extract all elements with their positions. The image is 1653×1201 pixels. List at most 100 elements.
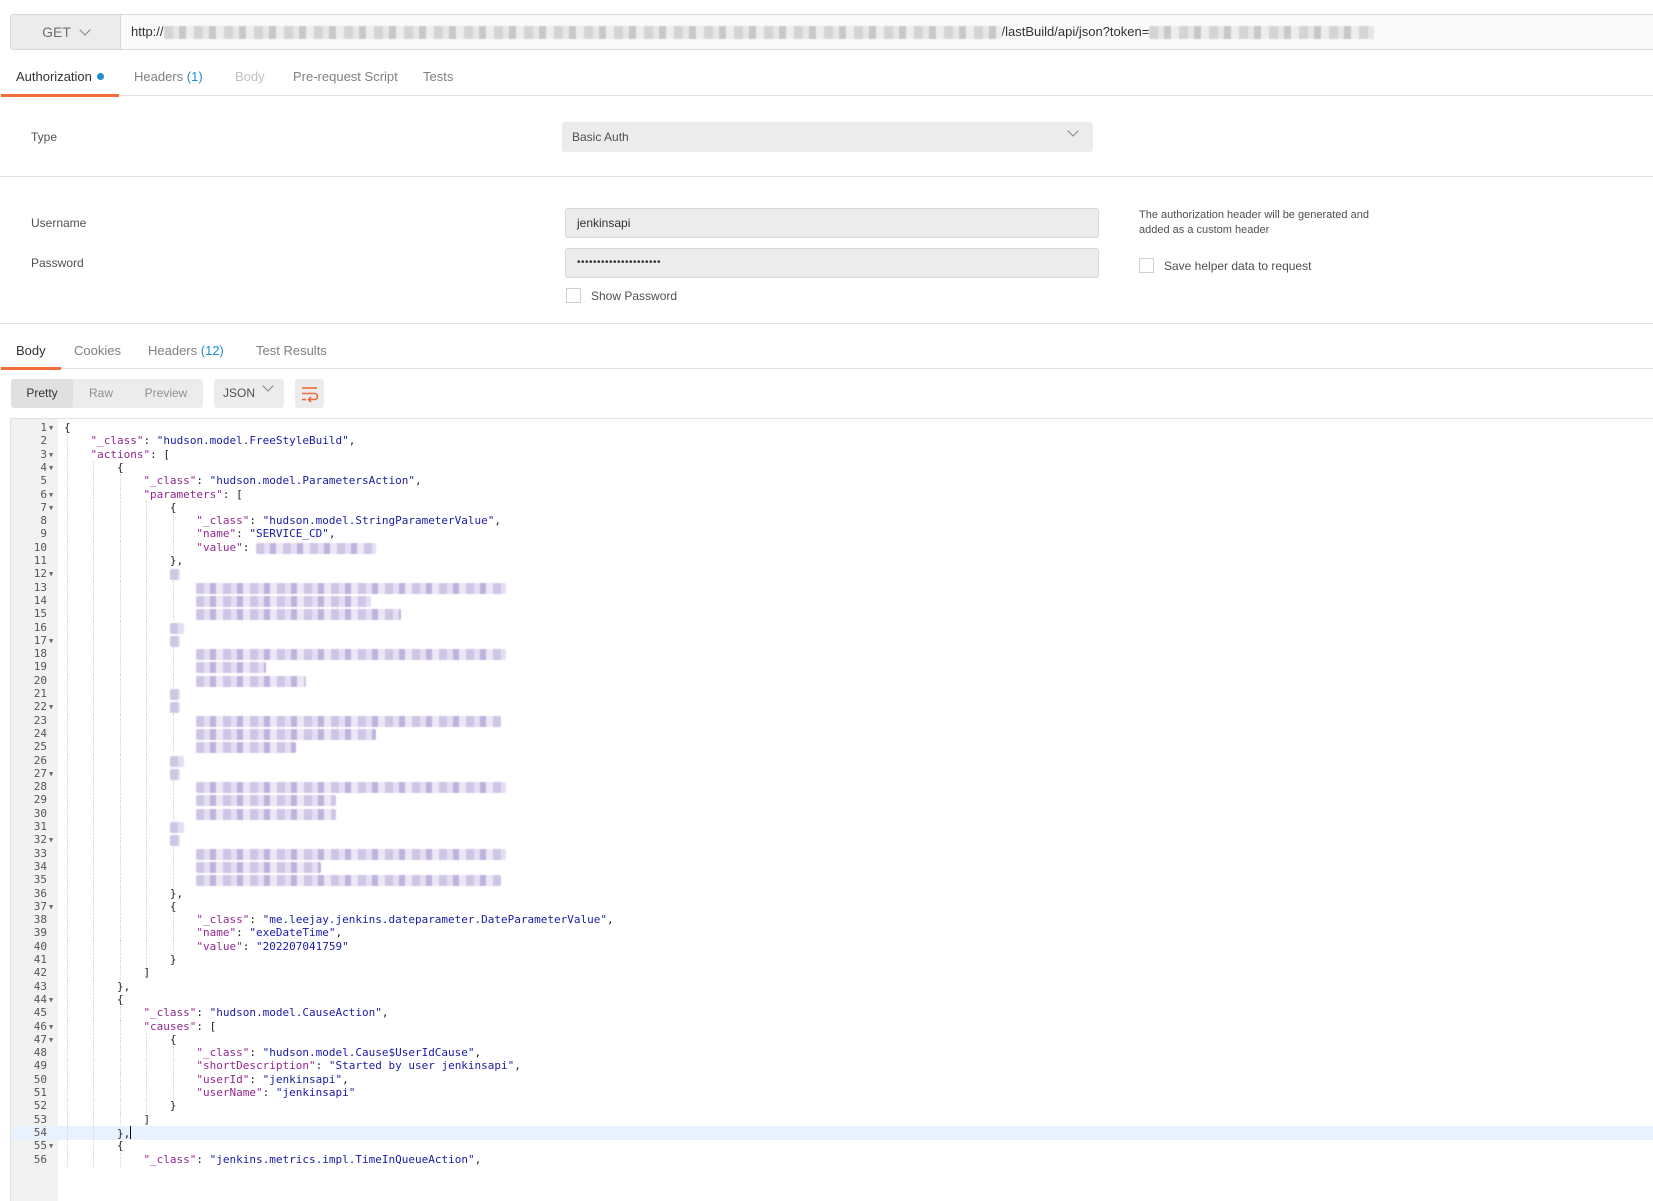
tab-cookies[interactable]: Cookies [74, 333, 121, 369]
format-select[interactable]: JSON [214, 379, 284, 408]
line-number: 40 [33, 939, 47, 953]
fold-arrow-icon[interactable]: ▼ [49, 700, 53, 714]
line-number: 56 [33, 1152, 47, 1166]
fold-arrow-icon[interactable]: ▼ [49, 634, 53, 648]
username-field[interactable]: jenkinsapi [565, 208, 1099, 238]
url-input[interactable]: http:// /lastBuild/api/json?token= [131, 15, 1375, 49]
tab-response-headers[interactable]: Headers (12) [148, 333, 224, 369]
fold-arrow-icon[interactable]: ▼ [49, 567, 53, 581]
fold-arrow-icon[interactable]: ▼ [49, 1033, 53, 1047]
indent-guide [119, 633, 121, 648]
fold-arrow-icon[interactable]: ▼ [49, 448, 53, 462]
line-number: 19 [33, 660, 47, 674]
fold-arrow-icon[interactable]: ▼ [49, 421, 53, 435]
code-line: 29 [11, 793, 1653, 808]
code-text: { [169, 500, 177, 514]
line-number: 25 [33, 740, 47, 754]
line-number: 32 [33, 833, 47, 847]
indent-guide [67, 1099, 68, 1114]
indent-guide [119, 593, 121, 608]
tab-label: Test Results [256, 343, 327, 358]
tab-tests[interactable]: Tests [423, 58, 453, 96]
code-line: 36}, [11, 886, 1653, 901]
line-number: 26 [33, 753, 47, 767]
view-raw-button[interactable]: Raw [73, 379, 129, 408]
code-line: 45 "_class": "hudson.model.CauseAction", [11, 1006, 1653, 1021]
code-line: 1 ▼ { [11, 421, 1653, 435]
password-field[interactable]: ••••••••••••••••••••• [565, 248, 1099, 278]
code-text: } [169, 953, 177, 966]
code-text: }, [169, 886, 184, 900]
indent-guide [67, 500, 68, 515]
fold-arrow-icon[interactable]: ▼ [49, 1139, 53, 1153]
tab-body[interactable]: Body [235, 58, 265, 96]
view-preview-button[interactable]: Preview [129, 379, 203, 408]
fold-arrow-icon[interactable]: ▼ [49, 833, 53, 847]
line-number: 21 [33, 687, 47, 700]
code-line: 28 [11, 780, 1653, 795]
indent-guide [93, 780, 95, 795]
code-text: ] [143, 1112, 151, 1126]
indent-guide [119, 673, 121, 688]
view-pretty-button[interactable]: Pretty [11, 379, 73, 408]
indent-guide [93, 700, 95, 715]
code-line: 12 ▼ [11, 567, 1653, 582]
indent-guide [146, 913, 148, 928]
code-line: 40 "value": "202207041759" [11, 939, 1653, 954]
indent-guide [146, 500, 148, 515]
auth-header-note: The authorization header will be generat… [1139, 209, 1369, 236]
indent-guide [172, 793, 174, 808]
indent-guide [93, 1019, 95, 1034]
indent-guide [67, 633, 68, 648]
json-string: "hudson.model.ParametersAction" [209, 474, 415, 488]
tab-label: Cookies [74, 343, 121, 358]
line-number: 34 [33, 859, 47, 873]
redacted-text [169, 755, 184, 767]
indent-guide [119, 567, 121, 582]
code-line: 18 [11, 647, 1653, 662]
indent-guide [67, 540, 68, 555]
fold-arrow-icon[interactable]: ▼ [49, 900, 53, 914]
line-number: 39 [33, 926, 47, 940]
tab-test-results[interactable]: Test Results [256, 333, 327, 369]
indent-guide [67, 1139, 68, 1154]
json-string: "jenkinsapi" [262, 1072, 343, 1086]
code-line: 3 ▼ "actions": [ [11, 447, 1653, 462]
tab-response-body[interactable]: Body [1, 333, 61, 370]
indent-guide [67, 687, 68, 701]
indent-guide [119, 1112, 121, 1127]
fold-arrow-icon[interactable]: ▼ [49, 501, 53, 515]
indent-guide [93, 913, 95, 928]
line-number: 22 [33, 700, 47, 714]
tab-authorization[interactable]: Authorization [1, 58, 119, 97]
show-password-checkbox[interactable] [566, 288, 581, 303]
code-line: 55 ▼ { [11, 1139, 1653, 1154]
redacted-text [196, 782, 507, 794]
tab-pre-request-script[interactable]: Pre-request Script [293, 58, 398, 96]
method-selector[interactable]: GET [11, 15, 121, 49]
auth-type-select[interactable]: Basic Auth [562, 122, 1093, 152]
indent-guide [146, 1099, 148, 1114]
save-helper-checkbox[interactable] [1139, 258, 1154, 273]
line-number: 55 [33, 1139, 47, 1153]
tab-headers[interactable]: Headers (1) [134, 58, 203, 96]
password-label: Password [31, 256, 84, 270]
fold-arrow-icon[interactable]: ▼ [49, 461, 53, 475]
fold-arrow-icon[interactable]: ▼ [49, 488, 53, 502]
code-text: { [64, 421, 71, 434]
indent-guide [67, 580, 68, 595]
json-key: "_class" [90, 434, 144, 448]
response-body-editor[interactable]: 1 ▼{2 "_class": "hudson.model.FreeStyleBui… [10, 418, 1653, 1201]
line-number: 47 [33, 1032, 47, 1046]
code-line: 41} [11, 953, 1653, 967]
json-string: "hudson.model.FreeStyleBuild" [156, 434, 349, 448]
indent-guide [146, 780, 148, 795]
code-line: 9 "name": "SERVICE_CD", [11, 527, 1653, 542]
indent-guide [119, 514, 121, 529]
indent-guide [67, 673, 68, 688]
fold-arrow-icon[interactable]: ▼ [49, 1020, 53, 1034]
indent-guide [93, 567, 95, 582]
fold-arrow-icon[interactable]: ▼ [49, 767, 53, 781]
fold-arrow-icon[interactable]: ▼ [49, 993, 53, 1007]
wrap-lines-button[interactable] [295, 379, 324, 408]
